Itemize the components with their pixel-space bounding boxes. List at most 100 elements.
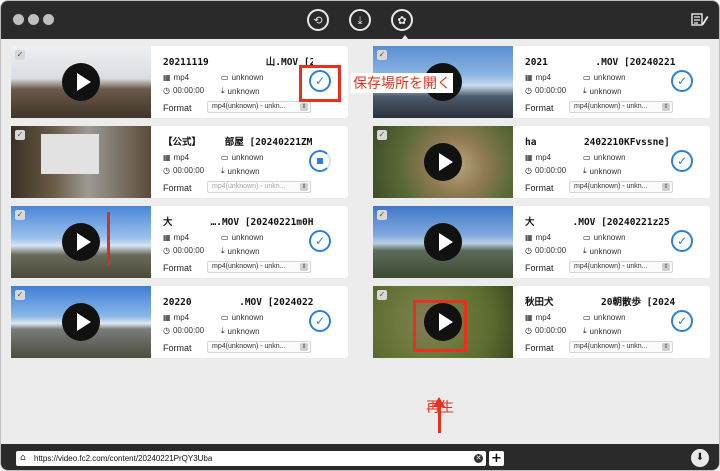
play-annotation: 再生 [426,400,454,416]
format-label: Format [525,103,554,113]
resolution-info: ▭ unknown [221,313,264,322]
select-arrow-icon: ⇕ [662,103,670,111]
size-info: ⤓ unknown [583,166,622,176]
open-folder-button[interactable]: ✓ [309,310,331,332]
video-thumbnail: ✓ [11,46,151,118]
select-arrow-icon: ⇕ [300,343,308,351]
tower-shape [107,212,110,266]
play-button[interactable] [424,143,462,181]
size-info: ⤓ unknown [221,246,260,256]
duration-info: ◷ 00:00:00 [163,326,205,335]
zoom-window-button[interactable] [43,14,54,25]
open-folder-button[interactable]: ✓ [309,230,331,252]
format-select[interactable]: mp4(unknown) - unkn... ⇕ [569,261,673,273]
size-info: ⤓ unknown [583,86,622,96]
monitor-icon: ▭ [583,153,591,162]
open-folder-button[interactable]: ✓ [671,230,693,252]
clock-icon: ◷ [163,326,170,335]
select-checkbox[interactable]: ✓ [377,210,387,220]
resolution-info: ▭ unknown [583,73,626,82]
duration-info: ◷ 00:00:00 [525,86,567,95]
size-info: ⤓ unknown [583,326,622,336]
monitor-icon: ▭ [583,73,591,82]
format-label: Format [525,263,554,273]
resolution-info: ▭ unknown [221,233,264,242]
download-progress-stop-button[interactable] [309,150,331,172]
play-button[interactable] [62,303,100,341]
video-card: ✓ 大 ….MOV [20240221m0H ▦ mp4 ▭ unknown ◷ 00… [11,206,348,278]
film-icon: ▦ [525,73,533,82]
format-label: Format [525,343,554,353]
video-title: 秋田犬 20朝散歩 [20240 [525,297,675,308]
video-title: 2021 .MOV [20240221d [525,57,675,68]
minimize-window-button[interactable] [28,14,39,25]
open-folder-button[interactable]: ✓ [671,310,693,332]
video-card: ✓ 20211119 山.MOV [2024022 ▦mp4 ▭unknown … [11,46,348,118]
open-folder-button[interactable]: ✓ [671,150,693,172]
monitor-icon: ▭ [583,313,591,322]
format-label: Format [525,183,554,193]
select-checkbox[interactable]: ✓ [15,130,25,140]
play-button[interactable] [62,63,100,101]
resolution-info: ▭ unknown [583,233,626,242]
format-select[interactable]: mp4(unknown) - unkn... ⇕ [207,181,311,193]
video-thumbnail: ✓ [11,126,151,198]
close-window-button[interactable] [13,14,24,25]
play-button[interactable] [62,223,100,261]
monitor-icon: ▭ [221,233,229,242]
clock-icon: ◷ [163,246,170,255]
select-checkbox[interactable]: ✓ [377,290,387,300]
video-title: ha 2402210KFvssne] [525,137,670,148]
select-checkbox[interactable]: ✓ [15,50,25,60]
download-list: ✓ 20211119 山.MOV [2024022 ▦mp4 ▭unknown … [1,39,719,444]
duration-info: ◷ 00:00:00 [525,326,567,335]
download-size-icon: ⤓ [221,86,225,95]
select-checkbox[interactable]: ✓ [15,210,25,220]
clock-icon: ◷ [163,166,170,175]
download-queue-icon[interactable]: ⬇ [691,449,709,467]
format-select[interactable]: mp4(unknown) - unkn... ⇕ [207,101,311,113]
open-folder-button[interactable]: ✓ [671,70,693,92]
url-field[interactable]: ⌂ https://video.fc2.com/content/20240221… [16,451,486,466]
video-card: ✓ 大 .MOV [20240221z25 ▦ mp4 ▭ unknown ◷ 00:… [373,206,710,278]
format-select[interactable]: mp4(unknown) - unkn... ⇕ [569,341,673,353]
clock-icon: ◷ [525,326,532,335]
menu-edit-icon[interactable] [691,12,709,27]
download-size-icon: ⤓ [583,246,587,255]
monitor-icon: ▭ [583,233,591,242]
format-select[interactable]: mp4(unknown) - unkn... ⇕ [569,101,673,113]
film-icon: ▦ [163,153,171,162]
select-arrow-icon: ⇕ [300,103,308,111]
resolution-info: ▭ unknown [221,153,264,162]
select-checkbox[interactable]: ✓ [15,290,25,300]
add-url-button[interactable]: + [489,451,504,466]
home-icon[interactable]: ⌂ [20,451,26,466]
download-size-icon: ⤓ [583,86,587,95]
duration-info: ◷ 00:00:00 [525,246,567,255]
format-select[interactable]: mp4(unknown) - unkn... ⇕ [207,341,311,353]
play-highlight [413,300,467,352]
select-arrow-icon: ⇕ [300,263,308,271]
clock-icon: ◷ [525,86,532,95]
video-title: 【公式】 部屋 [20240221ZM [163,137,313,148]
film-reel-icon[interactable]: ✿ [391,9,413,31]
select-checkbox[interactable]: ✓ [377,50,387,60]
format-label: Format [163,263,192,273]
size-info: ⤓ unknown [221,86,260,96]
film-icon: ▦ [525,153,533,162]
monitor-icon: ▭ [221,313,229,322]
select-arrow-icon: ⇕ [662,183,670,191]
format-select[interactable]: mp4(unknown) - unkn... ⇕ [207,261,311,273]
select-checkbox[interactable]: ✓ [377,130,387,140]
container-info: ▦ mp4 [163,313,190,322]
container-info: ▦ mp4 [163,233,190,242]
convert-icon[interactable]: ⟲ [307,9,329,31]
format-select[interactable]: mp4(unknown) - unkn... ⇕ [569,181,673,193]
select-arrow-icon: ⇕ [662,263,670,271]
play-button[interactable] [424,223,462,261]
video-thumbnail: ✓ [373,206,513,278]
download-size-icon: ⤓ [221,246,225,255]
format-label: Format [163,183,192,193]
clear-url-icon[interactable]: ✕ [474,454,483,463]
download-icon[interactable]: ⤓ [349,9,371,31]
